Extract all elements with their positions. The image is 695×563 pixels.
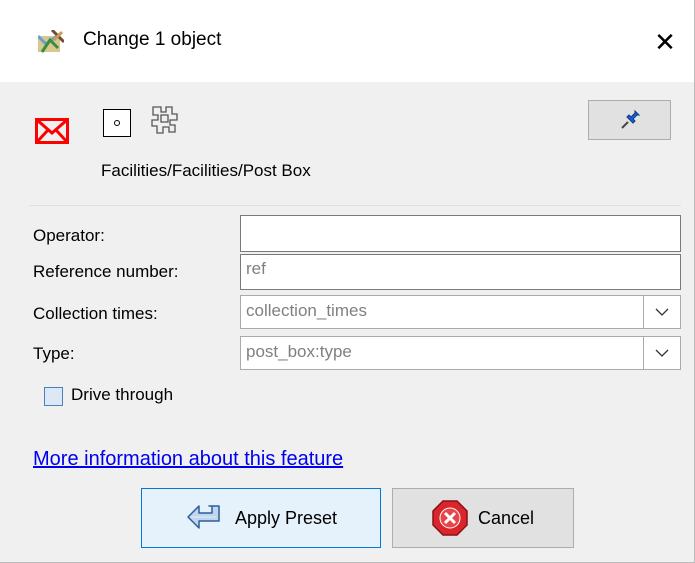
- post-box-envelope-icon: [35, 118, 69, 144]
- apply-arrow-icon: [187, 505, 220, 529]
- reference-number-field[interactable]: ref: [240, 254, 681, 290]
- cancel-label: Cancel: [477, 507, 535, 528]
- collection-times-label: Collection times:: [33, 304, 158, 323]
- operator-label: Operator:: [33, 226, 105, 245]
- close-button[interactable]: ✕: [640, 22, 690, 62]
- multipolygon-icon: [151, 106, 178, 134]
- collection-times-combo[interactable]: collection_times: [240, 295, 681, 329]
- title-bar: Change 1 object ✕: [0, 0, 694, 82]
- type-dropdown-button[interactable]: [643, 337, 680, 369]
- collection-times-value: collection_times: [246, 301, 367, 320]
- type-label: Type:: [33, 344, 75, 363]
- pin-button[interactable]: [588, 100, 671, 140]
- collection-times-dropdown-button[interactable]: [643, 296, 680, 328]
- window-title: Change 1 object: [83, 29, 222, 50]
- pushpin-icon: [620, 109, 640, 129]
- operator-field[interactable]: [240, 215, 681, 252]
- more-information-link[interactable]: More information about this feature: [33, 448, 343, 471]
- chevron-down-icon: [655, 308, 669, 316]
- separator: [29, 205, 681, 206]
- preset-path: Facilities/Facilities/Post Box: [101, 161, 311, 180]
- close-icon: ✕: [654, 26, 676, 57]
- node-icon: [103, 109, 131, 137]
- drive-through-label[interactable]: Drive through: [71, 385, 173, 405]
- cancel-button[interactable]: Cancel: [392, 488, 574, 548]
- type-combo[interactable]: post_box:type: [240, 336, 681, 370]
- apply-preset-button[interactable]: Apply Preset: [141, 488, 381, 548]
- type-value: post_box:type: [246, 342, 352, 361]
- cancel-stop-icon: [432, 500, 468, 536]
- reference-number-label: Reference number:: [33, 262, 179, 281]
- josm-app-icon: [38, 30, 64, 53]
- apply-preset-label: Apply Preset: [234, 507, 338, 528]
- chevron-down-icon: [655, 349, 669, 357]
- drive-through-checkbox[interactable]: [44, 387, 63, 406]
- change-object-dialog: Change 1 object ✕ Facilities/Facilities/…: [0, 0, 695, 563]
